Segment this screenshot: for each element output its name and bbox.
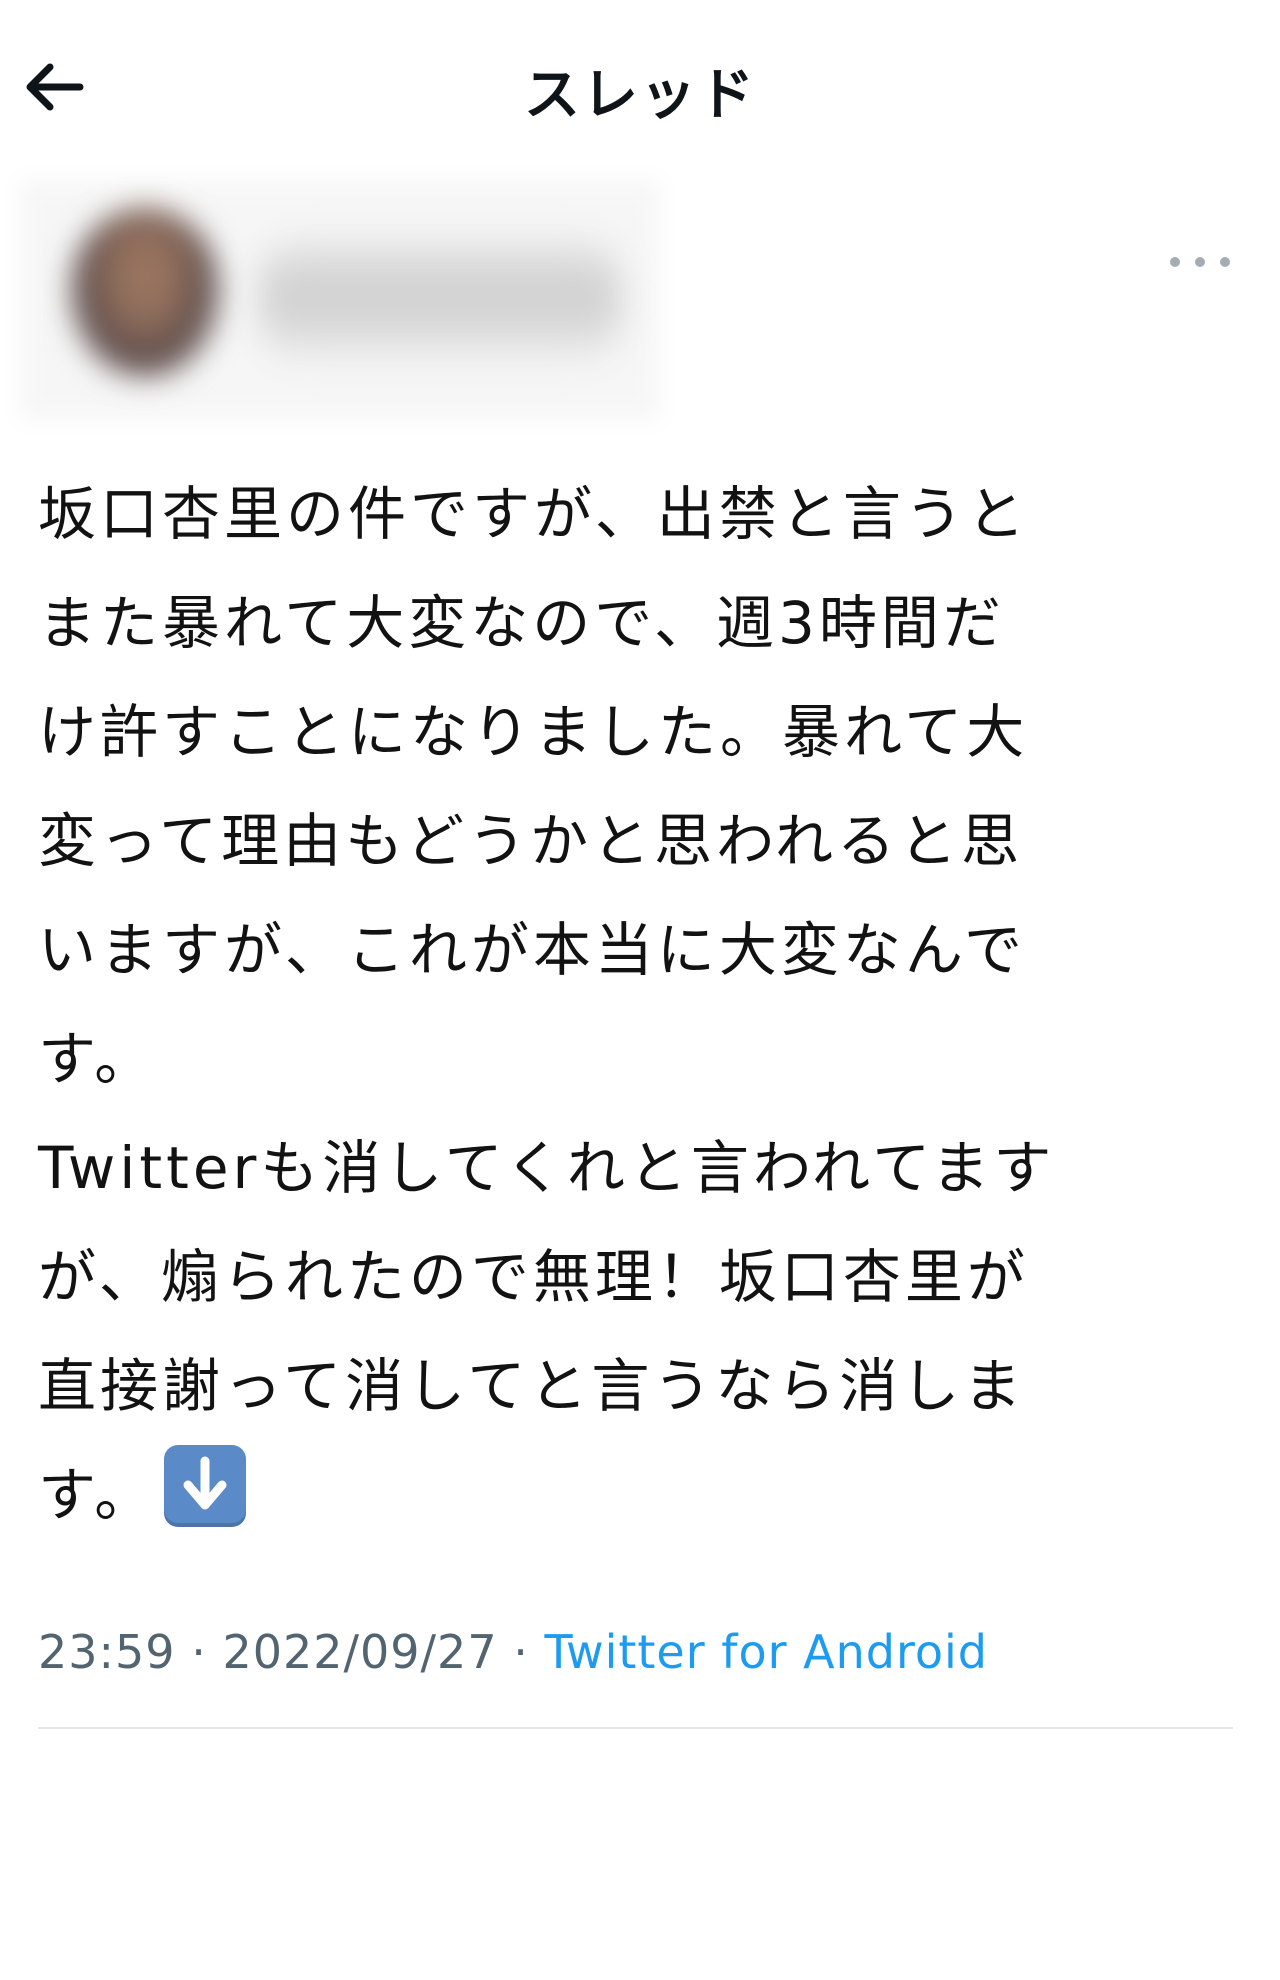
tweet-line: 直接謝って消してと言うなら消しま (38, 1352, 1026, 1420)
more-dot (1220, 257, 1230, 267)
top-bar: スレッド (0, 0, 1280, 170)
tweet-line: Twitterも消してくれと言われてます (38, 1134, 1056, 1202)
meta-separator: · (175, 1625, 223, 1679)
meta-separator: · (497, 1625, 545, 1679)
divider (38, 1727, 1233, 1729)
author-name-blurred[interactable] (260, 240, 620, 360)
tweet-line: いますが、これが本当に大変なんで (38, 916, 1026, 984)
down-arrow-emoji-icon (164, 1445, 247, 1527)
tweet-source-link[interactable]: Twitter for Android (544, 1625, 988, 1679)
tweet-meta: 23:59 · 2022/09/27 · Twitter for Android (38, 1625, 988, 1679)
tweet-line: す。 (38, 1461, 157, 1529)
tweet-line: 坂口杏里の件ですが、出禁と言うと (38, 480, 1029, 548)
tweet-line: け許すことになりました。暴れて大 (38, 698, 1029, 766)
tweet-line: 変って理由もどうかと思われると思 (38, 807, 1024, 875)
tweet-text: 坂口杏里の件ですが、出禁と言うと また暴れて大変なので、週3時間だ け許すことに… (38, 460, 1248, 1550)
tweet-time: 23:59 (38, 1625, 176, 1679)
tweet-line: す。 (38, 1025, 157, 1093)
tweet-author[interactable] (20, 180, 660, 420)
tweet-line: が、煽られたので無理！坂口杏里が (38, 1243, 1029, 1311)
page-title: スレッド (524, 63, 756, 128)
more-dot (1195, 257, 1205, 267)
more-options-button[interactable] (1170, 244, 1230, 280)
tweet-date: 2022/09/27 (222, 1625, 498, 1679)
more-horizontal-icon (1170, 257, 1180, 267)
tweet-line: また暴れて大変なので、週3時間だ (38, 589, 1005, 657)
avatar[interactable] (70, 208, 220, 378)
